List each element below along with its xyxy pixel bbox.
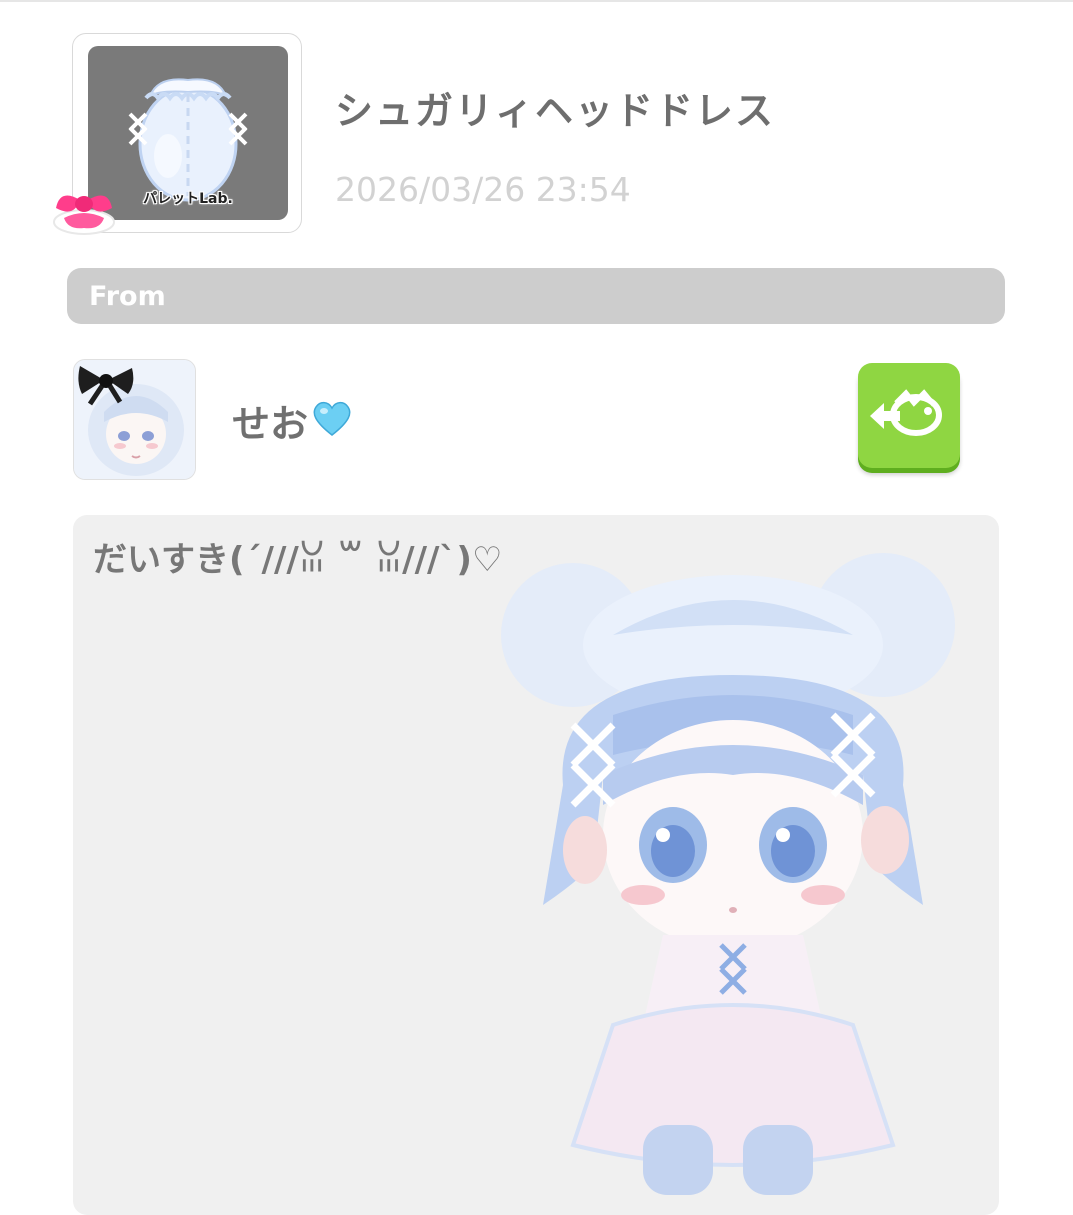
sender-name[interactable]: せお xyxy=(232,393,308,448)
brand-label: パレットLab. xyxy=(143,191,233,207)
character-avatar-illustration xyxy=(501,553,955,1195)
light-blue-heart-icon xyxy=(313,401,351,436)
message-card: だいすき(´///ꈍ ꒳ ꈍ///`)♡ xyxy=(73,515,999,1215)
pink-ribbon-icon xyxy=(53,195,115,235)
message-text: だいすき(´///ꈍ ꒳ ꈍ///`)♡ xyxy=(93,540,503,580)
visit-room-button[interactable] xyxy=(858,363,960,468)
top-divider xyxy=(0,0,1073,2)
item-title: シュガリィヘッドドレス xyxy=(335,89,776,133)
item-date: 2026/03/26 23:54 xyxy=(335,170,631,209)
black-bow-icon xyxy=(78,366,134,406)
room-visit-arrow-icon xyxy=(870,389,942,436)
item-thumbnail[interactable]: パレットLab. xyxy=(88,46,288,220)
from-section-header: From xyxy=(67,268,1005,324)
from-label: From xyxy=(89,281,166,312)
